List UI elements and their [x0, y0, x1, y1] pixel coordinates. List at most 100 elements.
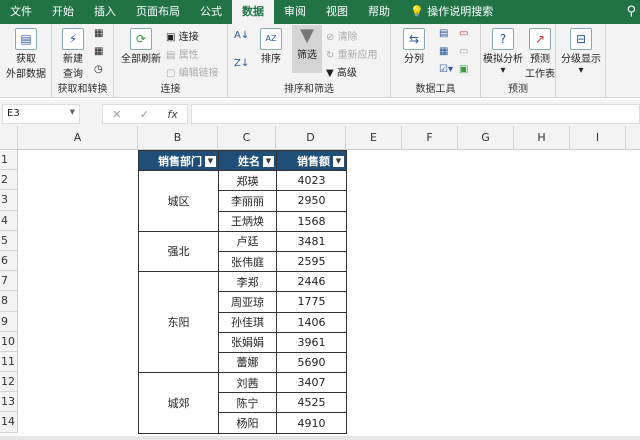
row-header[interactable]: 14	[0, 412, 17, 433]
name-cell[interactable]: 王炳焕	[218, 210, 277, 232]
name-cell[interactable]: 陈宁	[218, 392, 277, 414]
column-header[interactable]: I	[570, 126, 626, 150]
sales-cell[interactable]: 5690	[276, 351, 347, 374]
header-name[interactable]: 姓名 ▼	[218, 149, 277, 172]
tab-page-layout[interactable]: 页面布局	[126, 0, 190, 24]
header-dept[interactable]: 销售部门 ▼	[138, 149, 219, 172]
column-header[interactable]: F	[402, 126, 458, 150]
row-header[interactable]: 3	[0, 190, 17, 211]
tab-review[interactable]: 审阅	[274, 0, 316, 24]
properties-button[interactable]: ▤ 属性	[166, 46, 199, 61]
sales-cell[interactable]: 3961	[276, 331, 347, 353]
select-all-corner[interactable]	[0, 126, 18, 150]
tab-formulas[interactable]: 公式	[190, 0, 232, 24]
name-cell[interactable]: 张伟庭	[218, 250, 277, 273]
formula-input[interactable]	[191, 104, 640, 124]
filter-dropdown-icon[interactable]: ▼	[263, 156, 274, 168]
name-cell[interactable]: 张娟娟	[218, 331, 277, 353]
forecast-sheet-button[interactable]: ↗ 预测 工作表	[525, 28, 555, 80]
filter-dropdown-icon[interactable]: ▼	[333, 156, 344, 168]
row-header[interactable]: 9	[0, 312, 17, 332]
row-header[interactable]: 5	[0, 231, 17, 251]
sheet-scrollbar[interactable]	[0, 436, 640, 440]
sales-cell[interactable]: 2950	[276, 190, 347, 212]
name-cell[interactable]: 刘茜	[218, 372, 277, 394]
sales-cell[interactable]: 4023	[276, 170, 347, 192]
sales-cell[interactable]: 2446	[276, 271, 347, 293]
tab-file[interactable]: 文件	[0, 0, 42, 24]
insert-function-icon[interactable]: fx	[167, 108, 177, 121]
tab-data[interactable]: 数据	[232, 0, 274, 24]
clear-button[interactable]: ⊘ 清除	[326, 28, 358, 43]
tab-view[interactable]: 视图	[316, 0, 358, 24]
consolidate-icon[interactable]: ▭	[459, 28, 468, 39]
name-cell[interactable]: 李郑	[218, 271, 277, 293]
column-header[interactable]: E	[346, 126, 402, 150]
tab-home[interactable]: 开始	[42, 0, 84, 24]
name-box[interactable]: E3 ▼	[2, 104, 80, 124]
edit-links-button[interactable]: ▢ 编辑链接	[166, 64, 219, 79]
remove-duplicates-icon[interactable]: ▦	[439, 46, 448, 57]
tab-insert[interactable]: 插入	[84, 0, 126, 24]
column-header[interactable]: D	[276, 126, 346, 150]
row-header[interactable]: 12	[0, 372, 17, 393]
sales-cell[interactable]: 3481	[276, 230, 347, 252]
refresh-all-button[interactable]: ⟳ 全部刷新	[118, 28, 164, 65]
advanced-button[interactable]: ▼ 高级	[326, 64, 357, 79]
connections-button[interactable]: ▣ 连接	[166, 28, 199, 43]
flash-fill-icon[interactable]: ▤	[439, 28, 448, 39]
column-header[interactable]: A	[18, 126, 138, 150]
relationships-icon[interactable]: ▭	[459, 46, 468, 57]
manage-data-model-icon[interactable]: ▣	[459, 64, 468, 75]
sales-cell[interactable]: 2595	[276, 250, 347, 273]
row-header[interactable]: 13	[0, 392, 17, 413]
new-query-button[interactable]: ⚡ 新建 查询	[56, 28, 90, 80]
data-validation-icon[interactable]: ☑▾	[439, 64, 453, 75]
filter-button[interactable]: ▼ 筛选	[292, 25, 322, 73]
name-cell[interactable]: 卢廷	[218, 230, 277, 252]
filter-dropdown-icon[interactable]: ▼	[205, 156, 216, 168]
sales-cell[interactable]: 4910	[276, 412, 347, 434]
name-cell[interactable]: 李丽丽	[218, 190, 277, 212]
sort-desc-icon[interactable]: Z↓	[234, 58, 249, 69]
name-cell[interactable]: 孙佳琪	[218, 311, 277, 333]
name-cell[interactable]: 杨阳	[218, 412, 277, 434]
sales-cell[interactable]: 1406	[276, 311, 347, 333]
reapply-button[interactable]: ↻ 重新应用	[326, 46, 378, 61]
sales-cell[interactable]: 4525	[276, 392, 347, 414]
recent-sources-icon[interactable]: ◷	[94, 64, 103, 75]
dept-cell[interactable]: 强北	[138, 230, 219, 273]
tell-me-search[interactable]: 💡 操作说明搜索	[400, 0, 503, 24]
what-if-analysis-button[interactable]: ? 模拟分析 ▾	[483, 28, 523, 76]
enter-icon[interactable]: ✓	[140, 108, 149, 121]
row-header[interactable]: 4	[0, 211, 17, 231]
row-header[interactable]: 6	[0, 251, 17, 272]
dept-cell[interactable]: 城区	[138, 170, 219, 232]
column-header[interactable]: B	[138, 126, 218, 150]
name-cell[interactable]: 周亚琼	[218, 291, 277, 313]
chevron-down-icon[interactable]: ▼	[70, 108, 75, 116]
name-cell[interactable]: 郑瑛	[218, 170, 277, 192]
header-sales[interactable]: 销售额 ▼	[276, 149, 347, 172]
sales-cell[interactable]: 1568	[276, 210, 347, 232]
tab-help[interactable]: 帮助	[358, 0, 400, 24]
row-header[interactable]: 10	[0, 332, 17, 352]
column-header[interactable]: H	[514, 126, 570, 150]
sales-cell[interactable]: 3407	[276, 372, 347, 394]
row-header[interactable]: 2	[0, 170, 17, 191]
outline-button[interactable]: ⊟ 分级显示 ▾	[558, 28, 604, 76]
dept-cell[interactable]: 城郊	[138, 372, 219, 434]
sort-button[interactable]: AZ 排序	[256, 28, 286, 65]
row-header[interactable]: 1	[0, 150, 17, 171]
dept-cell[interactable]: 东阳	[138, 271, 219, 374]
row-header[interactable]: 8	[0, 291, 17, 312]
from-table-icon[interactable]: ▦	[94, 46, 103, 57]
row-header[interactable]: 11	[0, 352, 17, 373]
row-header[interactable]: 7	[0, 271, 17, 292]
cancel-icon[interactable]: ✕	[112, 108, 121, 121]
column-header[interactable]: C	[218, 126, 276, 150]
column-header[interactable]: G	[458, 126, 514, 150]
share-user-icon[interactable]: ⚲	[626, 4, 636, 19]
get-external-data-button[interactable]: ▤ 获取 外部数据	[4, 28, 48, 80]
sales-cell[interactable]: 1775	[276, 291, 347, 313]
